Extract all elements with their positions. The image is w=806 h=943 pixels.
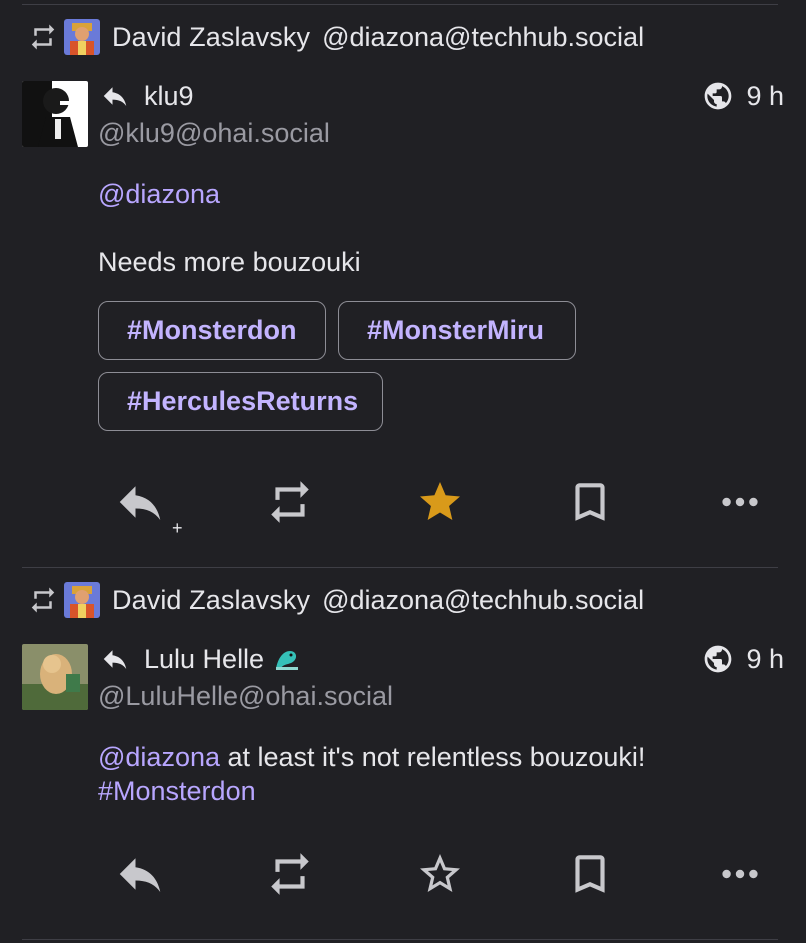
hashtag-chip[interactable]: #MonsterMiru [338,301,576,360]
divider [22,4,778,5]
action-bar [0,844,806,904]
favourite-button[interactable] [410,472,470,532]
hashtag-link[interactable]: #Monsterdon [98,774,766,808]
booster-avatar[interactable] [64,19,100,55]
hashtag-chip[interactable]: #Monsterdon [98,301,326,360]
boost-icon [28,22,58,52]
author-name[interactable]: klu9 [144,81,194,112]
post-text: Needs more bouzouki [98,247,361,277]
boost-button[interactable] [260,472,320,532]
divider [22,567,778,568]
boost-header: David Zaslavsky @diazona@techhub.social [28,17,644,57]
author-name[interactable]: Lulu Helle [144,644,264,675]
globe-icon [702,80,734,112]
hashtag-chip[interactable]: #HerculesReturns [98,372,383,431]
bookmark-button[interactable] [560,472,620,532]
author-row: klu9 [100,78,194,114]
emoji-icon [274,647,300,671]
reply-button[interactable]: + [110,472,183,538]
globe-icon [702,643,734,675]
booster-name[interactable]: David Zaslavsky [112,22,310,53]
post-text: @diazona at least it's not relentless bo… [98,740,766,774]
boost-button[interactable] [260,844,320,904]
booster-handle[interactable]: @diazona@techhub.social [322,585,644,616]
more-button[interactable] [710,472,770,532]
author-row: Lulu Helle [100,641,300,677]
hashtag-bar: #Monsterdon #MonsterMiru #HerculesReturn… [98,301,618,431]
reply-plus-indicator: + [172,518,183,538]
more-button[interactable] [710,844,770,904]
reply-button[interactable] [110,844,170,904]
divider [22,939,778,940]
mention-link[interactable]: @diazona [98,177,766,211]
boost-icon [28,585,58,615]
booster-avatar[interactable] [64,582,100,618]
post-text-body: at least it's not relentless bouzouki! [220,742,646,772]
reply-indicator-icon [100,643,132,675]
post-meta: 9 h [702,78,784,114]
favourite-button[interactable] [410,844,470,904]
bookmark-button[interactable] [560,844,620,904]
post-meta: 9 h [702,641,784,677]
author-handle[interactable]: @klu9@ohai.social [98,118,330,149]
avatar[interactable] [22,644,88,710]
author-handle[interactable]: @LuluHelle@ohai.social [98,681,393,712]
avatar[interactable] [22,81,88,147]
action-bar: + [0,472,806,538]
post-time[interactable]: 9 h [746,81,784,112]
post-content: @diazona at least it's not relentless bo… [98,740,766,808]
booster-handle[interactable]: @diazona@techhub.social [322,22,644,53]
reply-indicator-icon [100,80,132,112]
boost-header: David Zaslavsky @diazona@techhub.social [28,580,644,620]
mention-link[interactable]: @diazona [98,742,220,772]
booster-name[interactable]: David Zaslavsky [112,585,310,616]
post-content: @diazona Needs more bouzouki [98,177,766,279]
post-time[interactable]: 9 h [746,644,784,675]
